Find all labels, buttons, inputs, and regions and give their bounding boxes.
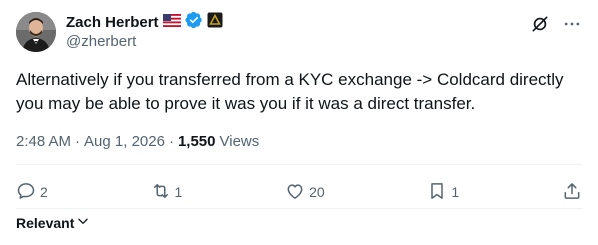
tweet-time[interactable]: 2:48 AM — [16, 132, 71, 152]
top-actions — [530, 14, 582, 39]
avatar[interactable] — [16, 12, 56, 52]
tweet-text: Alternatively if you transferred from a … — [16, 70, 564, 113]
repost-count: 1 — [174, 184, 183, 200]
reply-icon — [16, 181, 36, 204]
action-bar: 2 1 20 1 — [16, 180, 582, 204]
share-icon — [562, 181, 582, 204]
like-button[interactable]: 20 — [285, 181, 325, 204]
chevron-down-icon — [76, 214, 90, 231]
name-row: Zach Herbert — [66, 11, 582, 33]
reply-button[interactable]: 2 — [16, 181, 48, 204]
divider — [16, 164, 582, 165]
bookmark-button[interactable]: 1 — [427, 181, 459, 204]
tweet-meta: 2:48 AM · Aug 1, 2026 · 1,550 Views — [16, 132, 259, 152]
views-count[interactable]: 1,550 — [178, 132, 216, 152]
meta-separator: · — [75, 133, 81, 150]
reply-count: 2 — [40, 184, 48, 200]
sort-label: Relevant — [16, 214, 75, 231]
tweet-date[interactable]: Aug 1, 2026 — [84, 132, 165, 152]
bookmark-icon — [427, 181, 447, 204]
more-icon[interactable] — [562, 14, 582, 39]
verified-badge-icon[interactable] — [185, 11, 203, 33]
bookmark-count: 1 — [451, 184, 460, 200]
share-button[interactable] — [562, 181, 582, 204]
repost-button[interactable]: 1 — [151, 181, 183, 204]
meta-separator: · — [168, 133, 174, 150]
heart-icon — [285, 181, 305, 204]
affiliation-badge-icon[interactable] — [207, 12, 223, 32]
like-count: 20 — [309, 184, 325, 200]
display-name[interactable]: Zach Herbert — [66, 14, 159, 31]
views-label: Views — [219, 133, 260, 150]
repost-icon — [151, 181, 171, 204]
grok-icon[interactable] — [530, 14, 550, 39]
divider — [16, 208, 582, 209]
us-flag-icon — [162, 13, 181, 31]
sort-replies-dropdown[interactable]: Relevant — [16, 214, 90, 231]
tweet-header: Zach Herbert @zherbert — [66, 11, 582, 52]
user-handle[interactable]: @zherbert — [66, 32, 582, 52]
